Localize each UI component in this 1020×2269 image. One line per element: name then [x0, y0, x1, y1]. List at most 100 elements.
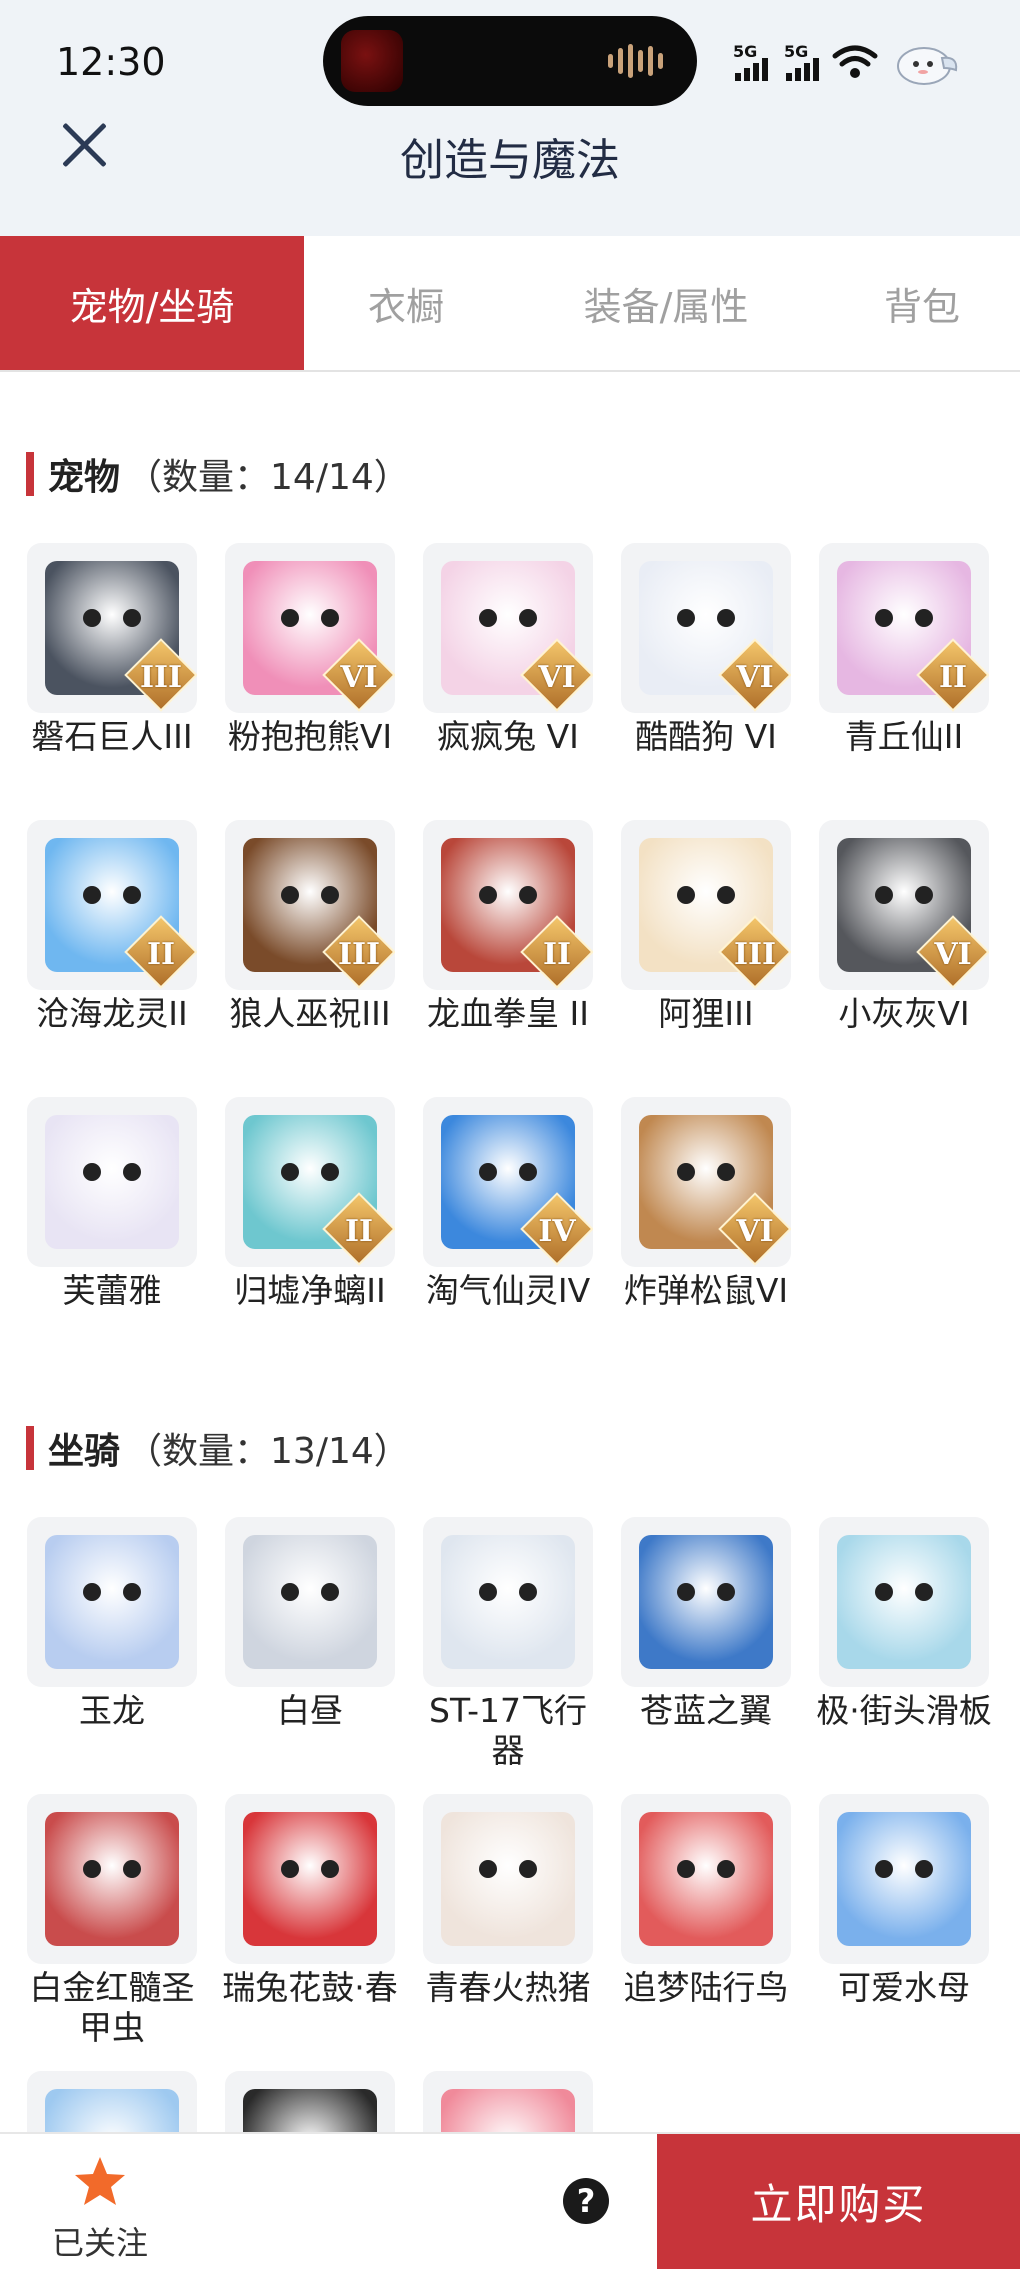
- item-thumbnail: VI: [621, 543, 791, 713]
- rank-badge-text: VI: [340, 660, 378, 695]
- pet-card[interactable]: 芙蕾雅: [22, 1097, 202, 1311]
- item-thumbnail: [819, 1794, 989, 1964]
- section-count: （数量：13/14）: [126, 1431, 410, 1472]
- item-thumbnail: II: [225, 1097, 395, 1267]
- tab-bar: 宠物/坐骑 衣橱 装备/属性 背包: [0, 236, 1020, 372]
- figure-eyes: [671, 886, 741, 906]
- item-thumbnail: VI: [225, 543, 395, 713]
- mounts-section-header: 坐骑 （数量：13/14）: [26, 1422, 410, 1474]
- figure-eyes: [275, 886, 345, 906]
- help-icon[interactable]: ?: [563, 2178, 609, 2224]
- item-name: 粉抱抱熊VI: [227, 717, 393, 756]
- status-time: 12:30: [56, 40, 166, 84]
- figure-eyes: [473, 886, 543, 906]
- mount-card[interactable]: 瑞兔花鼓·春: [220, 1794, 400, 2008]
- pet-card[interactable]: III 磐石巨人III: [22, 543, 202, 757]
- item-name: 龙血拳皇 II: [427, 994, 589, 1033]
- rank-badge-text: II: [542, 937, 572, 972]
- figure-eyes: [473, 1860, 543, 1880]
- rank-badge-text: VI: [934, 937, 972, 972]
- item-thumbnail: [27, 1794, 197, 1964]
- pet-card[interactable]: VI 小灰灰VI: [814, 820, 994, 1034]
- pet-card[interactable]: II 青丘仙II: [814, 543, 994, 757]
- item-thumbnail: VI: [819, 820, 989, 990]
- pet-card[interactable]: III 阿狸III: [616, 820, 796, 1034]
- pet-card[interactable]: VI 粉抱抱熊VI: [220, 543, 400, 757]
- tab-equipment-attributes[interactable]: 装备/属性: [508, 236, 824, 370]
- mount-card[interactable]: 可爱水母: [814, 1794, 994, 2008]
- figure-eyes: [275, 1163, 345, 1183]
- item-name: 追梦陆行鸟: [623, 1968, 789, 2007]
- pet-card[interactable]: VI 酷酷狗 VI: [616, 543, 796, 757]
- dynamic-island[interactable]: [323, 16, 697, 106]
- item-thumbnail: [27, 1097, 197, 1267]
- figure-eyes: [869, 886, 939, 906]
- section-accent: [26, 1426, 34, 1470]
- figure-eyes: [869, 1860, 939, 1880]
- tab-pets-mounts[interactable]: 宠物/坐骑: [0, 236, 304, 370]
- item-thumbnail: IV: [423, 1097, 593, 1267]
- rank-badge-text: VI: [538, 660, 576, 695]
- item-figure-icon: [243, 1812, 377, 1946]
- item-name: 疯疯兔 VI: [437, 717, 579, 756]
- figure-eyes: [671, 1583, 741, 1603]
- item-name: 归墟净螭II: [234, 1271, 386, 1310]
- mount-card[interactable]: 苍蓝之翼: [616, 1517, 796, 1731]
- figure-eyes: [671, 1860, 741, 1880]
- app-logo-icon: [341, 30, 403, 92]
- item-name: 阿狸III: [658, 994, 754, 1033]
- item-name: 白昼: [277, 1691, 343, 1730]
- pet-card[interactable]: II 龙血拳皇 II: [418, 820, 598, 1034]
- pet-card[interactable]: IV 淘气仙灵IV: [418, 1097, 598, 1311]
- tab-backpack[interactable]: 背包: [824, 236, 1020, 370]
- item-name: 可爱水母: [838, 1968, 970, 2007]
- mount-card[interactable]: 极·街头滑板: [814, 1517, 994, 1731]
- item-thumbnail: VI: [423, 543, 593, 713]
- item-thumbnail: II: [819, 543, 989, 713]
- follow-label: 已关注: [51, 2224, 148, 2262]
- item-name: 苍蓝之翼: [640, 1691, 772, 1730]
- item-name: 炸弹松鼠VI: [623, 1271, 789, 1310]
- pet-card[interactable]: III 狼人巫祝III: [220, 820, 400, 1034]
- pet-card[interactable]: VI 炸弹松鼠VI: [616, 1097, 796, 1311]
- mount-card[interactable]: 玉龙: [22, 1517, 202, 1731]
- mount-card[interactable]: 白金红髓圣甲虫: [22, 1794, 202, 2048]
- pet-card[interactable]: II 归墟净螭II: [220, 1097, 400, 1311]
- mount-card[interactable]: 追梦陆行鸟: [616, 1794, 796, 2008]
- figure-eyes: [275, 609, 345, 629]
- item-thumbnail: III: [225, 820, 395, 990]
- figure-eyes: [671, 1163, 741, 1183]
- item-name: 玉龙: [79, 1691, 145, 1730]
- item-name: 狼人巫祝III: [229, 994, 391, 1033]
- item-figure-icon: [639, 1535, 773, 1669]
- buy-now-button[interactable]: 立即购买: [657, 2134, 1020, 2269]
- rank-badge-text: III: [139, 660, 183, 695]
- item-figure-icon: [639, 1812, 773, 1946]
- pet-card[interactable]: II 沧海龙灵II: [22, 820, 202, 1034]
- figure-eyes: [473, 609, 543, 629]
- pet-card[interactable]: VI 疯疯兔 VI: [418, 543, 598, 757]
- figure-eyes: [77, 1583, 147, 1603]
- rank-badge-text: IV: [538, 1214, 576, 1249]
- item-figure-icon: [243, 1535, 377, 1669]
- section-title: 宠物: [48, 457, 121, 498]
- item-figure-icon: [837, 1812, 971, 1946]
- item-thumbnail: II: [423, 820, 593, 990]
- section-count: （数量：14/14）: [126, 457, 410, 498]
- signal-bars-icon: [786, 58, 819, 81]
- figure-eyes: [473, 1163, 543, 1183]
- item-name: 酷酷狗 VI: [635, 717, 777, 756]
- mount-card[interactable]: 白昼: [220, 1517, 400, 1731]
- tab-wardrobe[interactable]: 衣橱: [304, 236, 508, 370]
- item-name: ST-17飞行器: [429, 1691, 587, 1770]
- mount-card[interactable]: ST-17飞行器: [418, 1517, 598, 1771]
- item-thumbnail: [819, 1517, 989, 1687]
- star-icon: [75, 2157, 125, 2205]
- figure-eyes: [77, 886, 147, 906]
- item-thumbnail: [225, 1794, 395, 1964]
- mount-card[interactable]: 青春火热猪: [418, 1794, 598, 2008]
- follow-button[interactable]: 已关注: [40, 2154, 160, 2264]
- figure-eyes: [275, 1583, 345, 1603]
- item-figure-icon: [45, 1115, 179, 1249]
- wifi-icon: [832, 45, 878, 78]
